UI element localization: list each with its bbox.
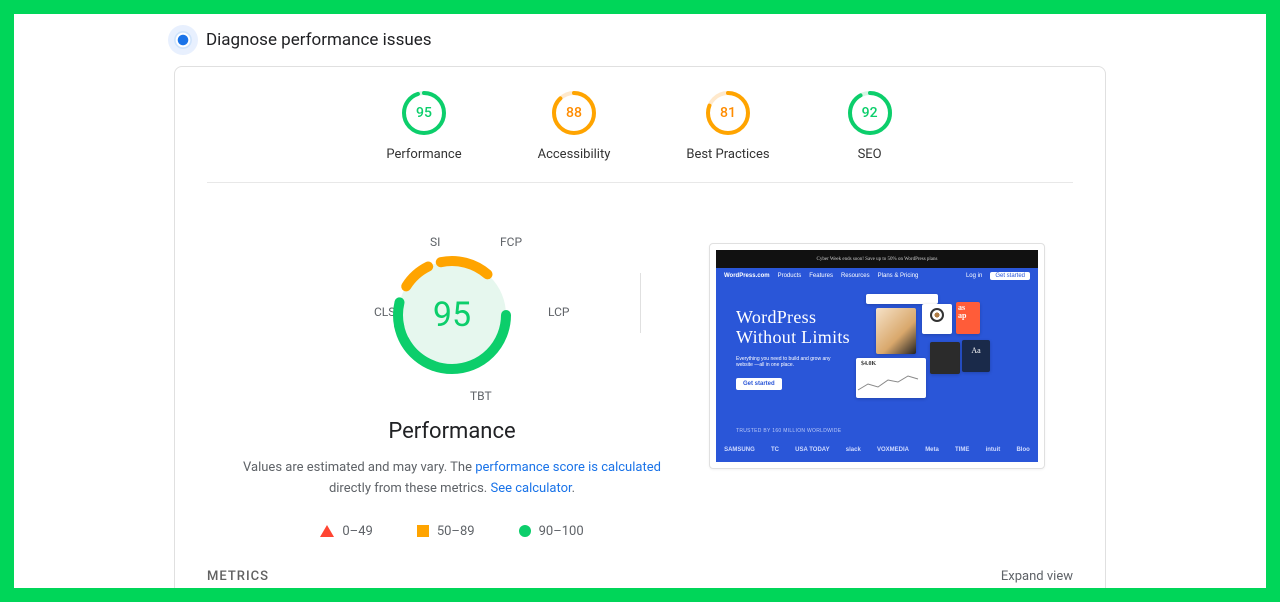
- legend-low: 0–49: [320, 524, 372, 539]
- gauge-performance-label: Performance: [386, 147, 461, 162]
- shot-nav4: Plans & Pricing: [878, 273, 919, 279]
- metrics-title: METRICS: [207, 569, 269, 584]
- seg-lcp: LCP: [548, 305, 569, 319]
- gauge-bestpractices[interactable]: 81 Best Practices: [686, 89, 769, 162]
- gauge-performance-score: 95: [400, 89, 448, 137]
- gauge-accessibility-label: Accessibility: [538, 147, 611, 162]
- report-panel: 95 Performance 88 Accessibility 81 Best …: [174, 66, 1106, 588]
- circle-green-icon: [519, 525, 531, 537]
- shot-trust: TRUSTED BY 160 MILLION WORLDWIDE: [736, 428, 841, 434]
- shot-nav: WordPress.com Products Features Resource…: [716, 268, 1038, 284]
- category-gauges: 95 Performance 88 Accessibility 81 Best …: [207, 89, 1073, 183]
- square-orange-icon: [417, 525, 429, 537]
- legend-high: 90–100: [519, 524, 584, 539]
- link-see-calculator[interactable]: See calculator: [490, 481, 571, 496]
- gauge-seo-label: SEO: [846, 147, 894, 162]
- gauge-seo-donut: 92: [846, 89, 894, 137]
- gauge-bestpractices-donut: 81: [704, 89, 752, 137]
- gauge-performance-donut: 95: [400, 89, 448, 137]
- seg-fcp: FCP: [500, 235, 522, 249]
- gauge-bestpractices-score: 81: [704, 89, 752, 137]
- shot-nav1: Products: [778, 273, 802, 279]
- desc-middle: directly from these metrics.: [329, 481, 491, 496]
- score-legend: 0–49 50–89 90–100: [235, 524, 669, 539]
- legend-mid: 50–89: [417, 524, 475, 539]
- shot-login: Log in: [966, 273, 982, 279]
- shot-hero-cta: Get started: [736, 378, 782, 390]
- link-score-calc[interactable]: performance score is calculated: [475, 460, 661, 475]
- page-frame: Diagnose performance issues 95 Performan…: [14, 14, 1266, 588]
- gauge-seo[interactable]: 92 SEO: [846, 89, 894, 162]
- shot-cta-top: Get started: [990, 272, 1030, 280]
- triangle-red-icon: [320, 525, 334, 537]
- gauge-accessibility[interactable]: 88 Accessibility: [538, 89, 611, 162]
- gauge-accessibility-score: 88: [550, 89, 598, 137]
- shot-logo: WordPress.com: [724, 273, 770, 279]
- screenshot-frame: Cyber Week ends soon! Save up to 50% on …: [709, 243, 1045, 469]
- big-gauge: 95: [392, 255, 512, 375]
- gauge-accessibility-donut: 88: [550, 89, 598, 137]
- performance-description: Values are estimated and may vary. The p…: [242, 458, 662, 500]
- seg-si: SI: [430, 235, 440, 249]
- gauge-performance[interactable]: 95 Performance: [386, 89, 461, 162]
- seg-tbt: TBT: [470, 389, 492, 403]
- screenshot-content: Cyber Week ends soon! Save up to 50% on …: [716, 250, 1038, 462]
- page-screenshot: Cyber Week ends soon! Save up to 50% on …: [709, 243, 1045, 539]
- shot-nav3: Resources: [841, 273, 870, 279]
- section-heading: Diagnose performance issues: [206, 30, 432, 50]
- expand-view-toggle[interactable]: Expand view: [1001, 569, 1073, 584]
- section-heading-row: Diagnose performance issues: [14, 24, 1266, 66]
- shot-footer: SAMSUNG TC USA TODAY slack VOXMEDIA Meta…: [716, 438, 1038, 462]
- big-gauge-wrap: SI FCP LCP TBT CLS: [342, 243, 562, 413]
- performance-title: Performance: [235, 419, 669, 444]
- shot-cards: asap Aa $4.0K: [866, 294, 1026, 414]
- performance-detail: SI FCP LCP TBT CLS: [175, 183, 1105, 539]
- desc-suffix: .: [572, 481, 575, 496]
- shot-nav2: Features: [809, 273, 833, 279]
- metrics-section-header: METRICS Expand view: [207, 559, 1073, 584]
- big-score: 95: [392, 255, 512, 375]
- shot-banner: Cyber Week ends soon! Save up to 50% on …: [716, 250, 1038, 268]
- gauge-seo-score: 92: [846, 89, 894, 137]
- radio-selected-icon[interactable]: [174, 31, 192, 49]
- gauge-bestpractices-label: Best Practices: [686, 147, 769, 162]
- performance-breakdown: SI FCP LCP TBT CLS: [235, 243, 669, 539]
- shot-sub: Everything you need to build and grow an…: [736, 356, 836, 368]
- desc-prefix: Values are estimated and may vary. The: [243, 460, 475, 475]
- shot-hero: WordPressWithout Limits Everything you n…: [736, 308, 850, 390]
